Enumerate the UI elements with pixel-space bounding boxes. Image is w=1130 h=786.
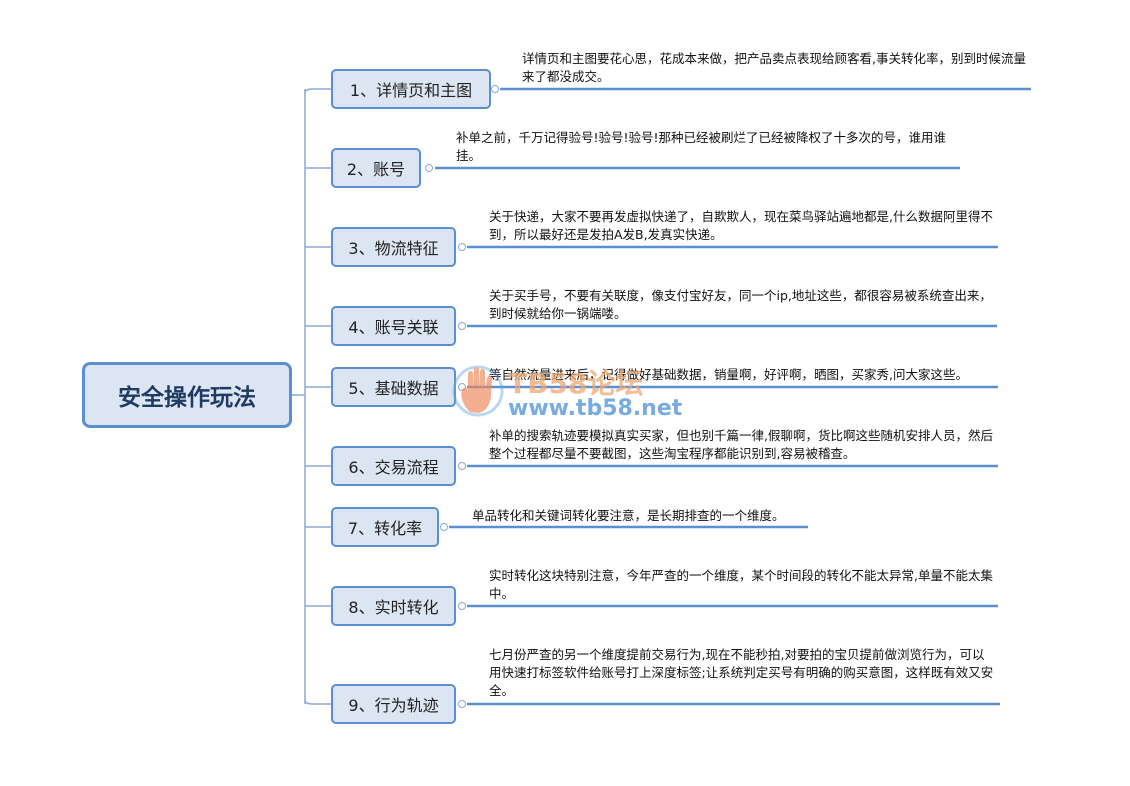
- root-topic[interactable]: 安全操作玩法: [82, 362, 292, 428]
- collapse-toggle[interactable]: [458, 322, 466, 330]
- topic-account[interactable]: 2、账号: [331, 148, 421, 188]
- collapse-toggle[interactable]: [425, 164, 433, 172]
- note-account: 补单之前，千万记得验号!验号!验号!那种已经被刷烂了已经被降权了十多次的号，谁用…: [456, 130, 947, 163]
- collapse-toggle[interactable]: [458, 700, 466, 708]
- topic-realtime-conversion[interactable]: 8、实时转化: [331, 586, 456, 626]
- topic-conversion-rate[interactable]: 7、转化率: [331, 507, 439, 547]
- note-behavior-track: 七月份严查的另一个维度提前交易行为,现在不能秒拍,对要拍的宝贝提前做浏览行为，可…: [489, 647, 994, 698]
- topic-account-link[interactable]: 4、账号关联: [331, 306, 456, 346]
- collapse-toggle[interactable]: [458, 462, 466, 470]
- collapse-toggle[interactable]: [491, 85, 499, 93]
- topic-logistics[interactable]: 3、物流特征: [331, 227, 456, 267]
- note-logistics: 关于快递，大家不要再发虚拟快递了，自欺欺人，现在菜鸟驿站遍地都是,什么数据阿里得…: [489, 209, 993, 242]
- note-trade-flow: 补单的搜索轨迹要模拟真实买家，但也别千篇一律,假聊啊，货比啊这些随机安排人员，然…: [489, 428, 993, 461]
- collapse-toggle[interactable]: [458, 602, 466, 610]
- collapse-toggle[interactable]: [458, 243, 466, 251]
- topic-trade-flow[interactable]: 6、交易流程: [331, 446, 456, 486]
- topic-details-page[interactable]: 1、详情页和主图: [331, 69, 491, 109]
- watermark: TB58论坛 www.tb58.net: [452, 356, 692, 426]
- watermark-url: www.tb58.net: [508, 396, 683, 421]
- note-conversion-rate: 单品转化和关键词转化要注意，是长期排查的一个维度。: [472, 508, 785, 523]
- note-details-page: 详情页和主图要花心思，花成本来做，把产品卖点表现给顾客看,事关转化率，别到时候流…: [522, 51, 1026, 84]
- topic-basic-data[interactable]: 5、基础数据: [331, 367, 456, 407]
- hand-logo-icon: [452, 365, 504, 417]
- note-realtime-conversion: 实时转化这块特别注意，今年严查的一个维度，某个时间段的转化不能太异常,单量不能太…: [489, 568, 993, 601]
- topic-behavior-track[interactable]: 9、行为轨迹: [331, 684, 456, 724]
- collapse-toggle[interactable]: [440, 523, 448, 531]
- note-account-link: 关于买手号，不要有关联度，像支付宝好友，同一个ip,地址这些，都很容易被系统查出…: [489, 288, 992, 321]
